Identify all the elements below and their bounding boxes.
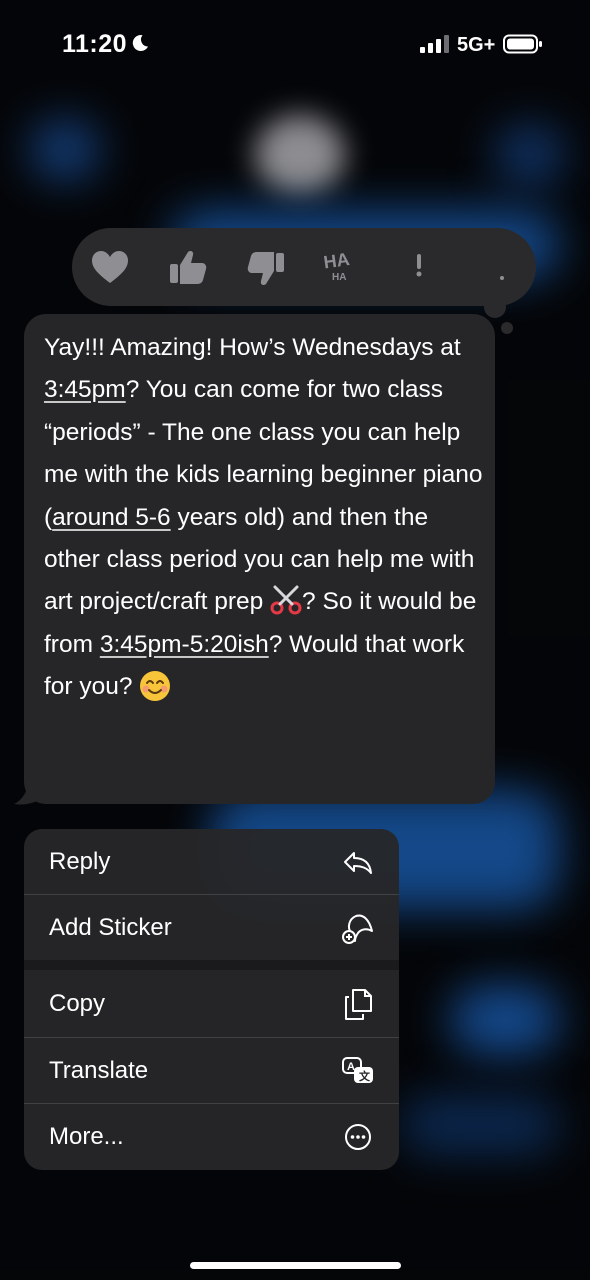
menu-item-more[interactable]: More... (24, 1104, 399, 1169)
tapback-reaction-bar: HA HA (72, 228, 536, 306)
reply-icon (344, 852, 372, 874)
add-sticker-icon (342, 914, 373, 944)
menu-item-copy[interactable]: Copy (24, 971, 399, 1036)
svg-text:HA: HA (332, 272, 346, 283)
translate-icon: A 文 (342, 1057, 373, 1083)
smiling-face-emoji (140, 671, 171, 702)
moon-icon (132, 35, 148, 52)
context-menu: Reply Add Sticker Copy Translate A 文 Mor… (24, 829, 399, 1170)
network-type: 5G+ (457, 34, 496, 56)
thumbs-down-icon[interactable] (244, 246, 288, 290)
cellular-signal-icon (420, 35, 449, 53)
menu-item-reply[interactable]: Reply (24, 829, 399, 894)
svg-text:HA: HA (322, 249, 351, 272)
tapback-tail (484, 296, 506, 318)
svg-text:文: 文 (359, 1069, 371, 1083)
menu-item-add-sticker[interactable]: Add Sticker (24, 895, 399, 960)
tapback-tail (501, 322, 513, 334)
age-link[interactable]: around 5-6 (52, 504, 171, 531)
status-time: 11:20 (62, 30, 128, 58)
question-icon[interactable] (476, 246, 520, 290)
copy-icon (345, 989, 372, 1020)
thumbs-up-icon[interactable] (166, 246, 210, 290)
svg-text:A: A (347, 1061, 355, 1073)
time-link[interactable]: 3:45pm (44, 376, 126, 403)
bubble-tail (14, 780, 54, 805)
battery-icon (503, 34, 542, 54)
menu-section-gap (24, 960, 399, 970)
time-range-link[interactable]: 3:45pm-5:20ish (100, 631, 269, 658)
status-bar: 11:20 5G+ (0, 0, 590, 90)
haha-icon[interactable]: HA HA (320, 242, 364, 286)
exclamation-icon[interactable] (398, 246, 442, 290)
message-text: Yay!!! Amazing! How’s Wednesdays at 3:45… (44, 334, 483, 702)
more-icon (345, 1124, 371, 1150)
menu-item-translate[interactable]: Translate A 文 (24, 1038, 399, 1103)
home-indicator[interactable] (190, 1262, 401, 1269)
scissors-emoji (270, 585, 302, 615)
heart-icon[interactable] (88, 246, 132, 290)
